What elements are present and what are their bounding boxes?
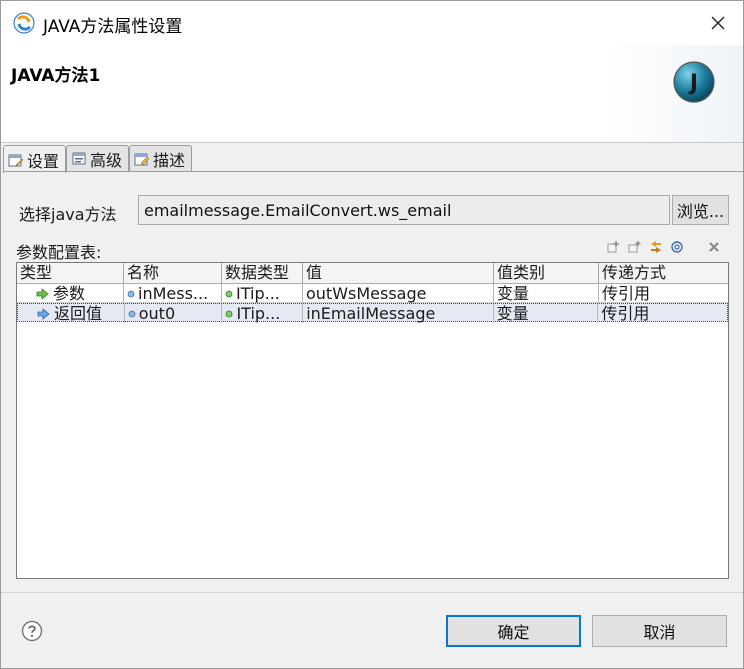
row-datatype-cell: ITip... (222, 304, 304, 323)
add-row-button[interactable] (605, 238, 623, 256)
row-value-kind-cell[interactable]: 变量 (494, 304, 599, 323)
window-title: JAVA方法属性设置 (43, 17, 183, 37)
row-type-text: 返回值 (54, 304, 103, 323)
row-type-text: 参数 (53, 284, 86, 303)
row-datatype-text: ITip... (236, 284, 280, 303)
type-dot-icon (225, 290, 233, 297)
page-title: JAVA方法1 (11, 66, 101, 86)
column-header-pass-mode[interactable]: 传递方式 (599, 263, 728, 284)
tab-advanced-label: 高级 (90, 151, 123, 170)
table-row[interactable]: 返回值 out0 ITip... inEmailMessage 变量 传引用 (17, 303, 728, 323)
help-icon[interactable] (21, 620, 43, 642)
delete-row-button[interactable] (705, 238, 723, 256)
insert-row-icon (628, 241, 641, 253)
move-icon (651, 241, 661, 253)
row-type-cell: 参数 (17, 284, 124, 303)
method-field[interactable]: emailmessage.EmailConvert.ws_email (138, 195, 670, 225)
header-banner: JAVA方法1 J (1, 45, 743, 143)
delete-icon (709, 242, 719, 252)
logo-letter: J (688, 71, 698, 96)
tab-bar: 设置 高级 描述 (3, 145, 193, 173)
dialog-window: JAVA方法属性设置 JAVA方法1 J 设置 高级 描述 选择java方法 e… (0, 0, 744, 669)
insert-row-button[interactable] (626, 238, 644, 256)
params-table-label: 参数配置表: (16, 243, 102, 262)
column-header-type[interactable]: 类型 (17, 263, 124, 284)
close-button[interactable] (703, 9, 733, 37)
field-dot-icon (128, 310, 136, 317)
title-bar: JAVA方法属性设置 (1, 1, 743, 45)
row-datatype-text: ITip... (236, 304, 281, 323)
tab-description[interactable]: 描述 (129, 145, 193, 172)
row-type-cell: 返回值 (18, 304, 125, 323)
footer-divider (1, 592, 743, 593)
return-arrow-icon (37, 307, 50, 320)
java-logo-icon: J (673, 61, 715, 103)
edit-row-button[interactable] (668, 238, 686, 256)
param-arrow-icon (36, 287, 49, 300)
column-header-name[interactable]: 名称 (124, 263, 222, 284)
table-header: 类型 名称 数据类型 值 值类别 传递方式 (17, 263, 728, 284)
row-value-cell[interactable]: outWsMessage (303, 284, 494, 303)
tab-advanced[interactable]: 高级 (66, 145, 130, 172)
row-datatype-cell: ITip... (222, 284, 303, 303)
description-tab-icon (134, 153, 150, 166)
row-name-text: out0 (138, 304, 176, 323)
type-dot-icon (226, 310, 233, 317)
row-name-text: inMess... (138, 284, 209, 303)
row-pass-mode-cell[interactable]: 传引用 (598, 304, 727, 323)
row-value-cell[interactable]: inEmailMessage (303, 304, 494, 323)
add-row-icon (607, 241, 619, 253)
column-header-value-kind[interactable]: 值类别 (494, 263, 599, 284)
row-name-cell: out0 (125, 304, 223, 323)
tab-settings[interactable]: 设置 (3, 145, 67, 173)
move-row-button[interactable] (647, 238, 665, 256)
table-row[interactable]: 参数 inMess... ITip... outWsMessage 变量 传引用 (17, 284, 728, 303)
at-edit-icon (671, 241, 683, 253)
row-name-cell: inMess... (124, 284, 222, 303)
settings-tab-icon (8, 154, 24, 166)
browse-button[interactable]: 浏览... (672, 195, 729, 225)
row-pass-mode-cell[interactable]: 传引用 (599, 284, 728, 303)
ok-button[interactable]: 确定 (446, 615, 581, 647)
cancel-button[interactable]: 取消 (592, 615, 727, 647)
tab-settings-label: 设置 (27, 151, 60, 171)
column-header-value[interactable]: 值 (303, 263, 494, 284)
advanced-tab-icon (72, 152, 86, 165)
method-label: 选择java方法 (19, 205, 117, 224)
params-toolbar (605, 238, 723, 256)
column-header-datatype[interactable]: 数据类型 (222, 263, 303, 284)
params-table: 类型 名称 数据类型 值 值类别 传递方式 参数 inMess... ITip.… (16, 262, 729, 579)
close-icon (711, 16, 725, 30)
field-dot-icon (127, 290, 135, 297)
tab-description-label: 描述 (153, 151, 186, 170)
app-logo-icon (13, 12, 35, 34)
row-value-kind-cell[interactable]: 变量 (494, 284, 599, 303)
